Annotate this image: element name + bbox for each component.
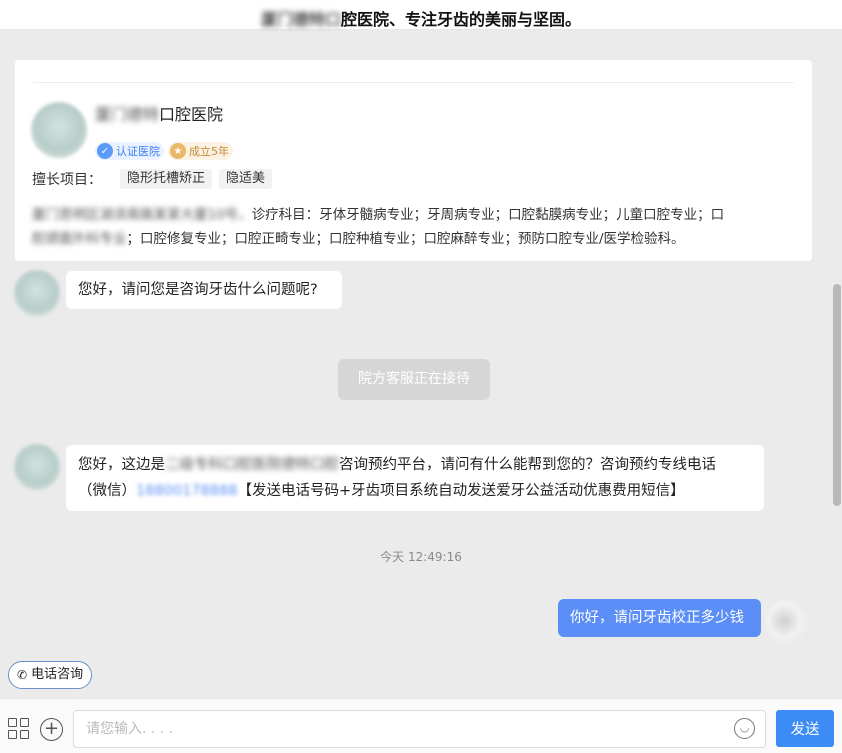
verified-badge: ✓ 认证医院	[95, 142, 164, 160]
emoji-icon[interactable]: ◡	[734, 718, 755, 739]
header: 厦门德特口腔医院、专注牙齿的美丽与坚固。	[0, 0, 842, 30]
phone-link[interactable]: 18800178888	[136, 483, 237, 499]
add-icon[interactable]: +	[40, 718, 63, 741]
card-divider	[33, 82, 794, 83]
status-notice: 院方客服正在接待	[338, 359, 490, 400]
skills-row: 擅长项目： 隐形托槽矫正 隐适美	[32, 169, 279, 189]
scrollbar[interactable]	[833, 284, 841, 506]
skill-tag: 隐适美	[219, 169, 273, 189]
skills-label: 擅长项目：	[32, 172, 102, 188]
message-input[interactable]	[73, 710, 766, 748]
years-badge: ★ 成立5年	[168, 142, 233, 160]
clinic-info-card: 厦门德特口腔医院 ✓ 认证医院 ★ 成立5年 擅长项目： 隐形托槽矫正 隐适美 厦门…	[15, 60, 812, 261]
agent-message: 您好，请问您是咨询牙齿什么问题呢?	[66, 271, 342, 309]
star-icon: ★	[170, 143, 186, 159]
phone-consult-button[interactable]: ✆ 电话咨询	[8, 661, 93, 689]
clinic-badges: ✓ 认证医院 ★ 成立5年	[95, 142, 233, 160]
clinic-logo	[31, 102, 87, 158]
agent-avatar	[14, 270, 60, 316]
user-message: 你好，请问牙齿校正多少钱	[558, 599, 761, 637]
agent-avatar	[14, 444, 60, 490]
check-shield-icon: ✓	[97, 143, 113, 159]
chat-scroll-area[interactable]: 厦门德特口腔医院 ✓ 认证医院 ★ 成立5年 擅长项目： 隐形托槽矫正 隐适美 厦门…	[0, 30, 842, 653]
input-bar: + ◡ 发送	[0, 698, 842, 753]
message-timestamp: 今天 12:49:16	[380, 550, 462, 564]
clinic-name: 厦门德特口腔医院	[95, 105, 224, 124]
user-avatar	[766, 598, 812, 644]
phone-icon: ✆	[17, 668, 28, 682]
clinic-description: 厦门思明区湖滨南路某某大厦10号，诊疗科目：牙体牙髓病专业；牙周病专业；口腔黏膜…	[32, 207, 725, 247]
send-button[interactable]: 发送	[776, 710, 834, 747]
page-title: 厦门德特口腔医院、专注牙齿的美丽与坚固。	[260, 10, 582, 29]
skill-tag: 隐形托槽矫正	[120, 169, 213, 189]
agent-message: 您好，这边是二级专科口腔医院德特口腔咨询预约平台，请问有什么能帮到您的？咨询预约…	[66, 445, 764, 511]
apps-grid-icon[interactable]	[8, 718, 30, 740]
